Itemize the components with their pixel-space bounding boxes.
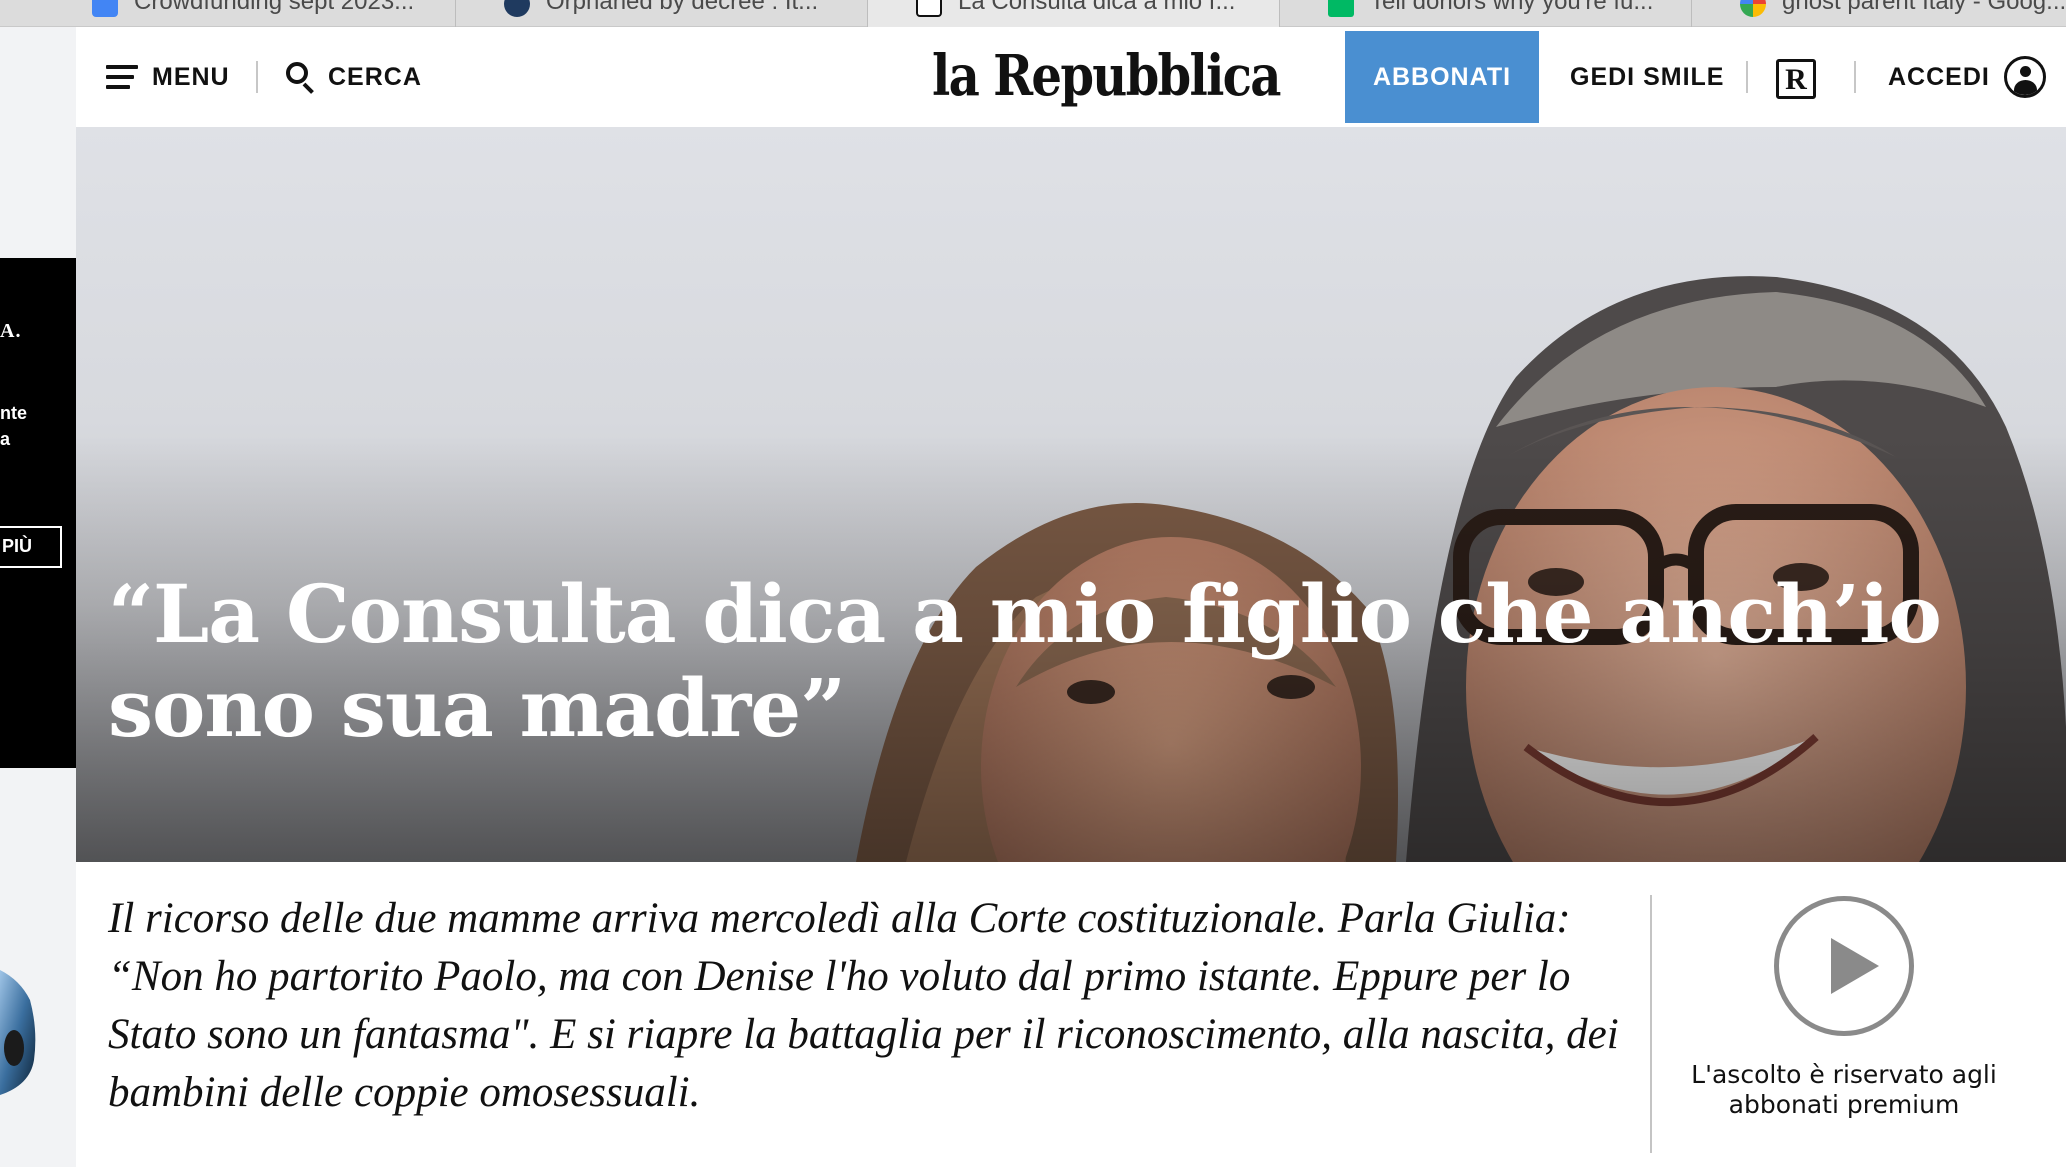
- subscribe-button[interactable]: ABBONATI: [1345, 31, 1539, 123]
- browser-tab-active[interactable]: La Consulta dica a mio f...: [868, 0, 1280, 27]
- browser-tab[interactable]: ghost parent Italy - Goog...: [1692, 0, 2066, 27]
- site-logo[interactable]: la Repubblica: [932, 43, 1281, 109]
- repubblica-r-icon: [916, 0, 942, 17]
- browser-tab-title: La Consulta dica a mio f...: [958, 0, 1236, 15]
- divider: [1746, 61, 1748, 93]
- article-summary: Il ricorso delle due mamme arriva mercol…: [108, 895, 1619, 1116]
- play-button[interactable]: [1774, 896, 1914, 1036]
- divider: [1650, 895, 1652, 1153]
- menu-button[interactable]: MENU: [106, 57, 230, 97]
- browser-tab[interactable]: Tell donors why you're fu...: [1280, 0, 1692, 27]
- docs-icon: [92, 0, 118, 17]
- browser-tab-title: Tell donors why you're fu...: [1370, 0, 1654, 15]
- browser-tab-strip: Crowdfunding sept 2023... Orphaned by de…: [0, 0, 2066, 27]
- hero-image: “La Consulta dica a mio figlio che anch’…: [76, 127, 2066, 862]
- browser-tab[interactable]: Orphaned by decree : It...: [456, 0, 868, 27]
- login-button[interactable]: ACCEDI: [1888, 55, 2046, 99]
- globe-icon: [504, 0, 530, 17]
- site-header: MENU CERCA la Repubblica ABBONATI GEDI S…: [76, 27, 2066, 127]
- search-icon: [286, 62, 316, 94]
- menu-label: MENU: [152, 62, 230, 91]
- play-icon: [1831, 938, 1879, 994]
- article-headline: “La Consulta dica a mio figlio che anch’…: [108, 567, 1942, 755]
- browser-tab-title: ghost parent Italy - Goog...: [1782, 0, 2066, 15]
- browser-tab-title: Crowdfunding sept 2023...: [134, 0, 415, 15]
- divider: [256, 61, 258, 93]
- ad-cta-button[interactable]: PIÙ: [0, 526, 62, 568]
- ad-text: nte a: [0, 403, 27, 449]
- repubblica-r-icon[interactable]: R: [1776, 59, 1816, 99]
- search-label: CERCA: [328, 62, 422, 91]
- user-icon: [2003, 56, 2046, 98]
- divider: [1854, 61, 1856, 93]
- login-label: ACCEDI: [1888, 62, 1990, 91]
- ad-car-image: [0, 970, 36, 1095]
- search-button[interactable]: CERCA: [286, 57, 422, 97]
- ad-brand: A.: [0, 320, 22, 342]
- browser-tab-title: Orphaned by decree : It...: [546, 0, 819, 15]
- gedi-smile-link[interactable]: GEDI SMILE: [1570, 57, 1724, 97]
- audio-premium-note: L'ascolto è riservato agli abbonati prem…: [1691, 1060, 1997, 1119]
- hamburger-icon: [106, 65, 138, 89]
- browser-tab[interactable]: Crowdfunding sept 2023...: [44, 0, 456, 27]
- google-icon: [1740, 0, 1766, 17]
- gofundme-icon: [1328, 0, 1354, 17]
- left-ad-banner[interactable]: A. nte a PIÙ: [0, 258, 76, 768]
